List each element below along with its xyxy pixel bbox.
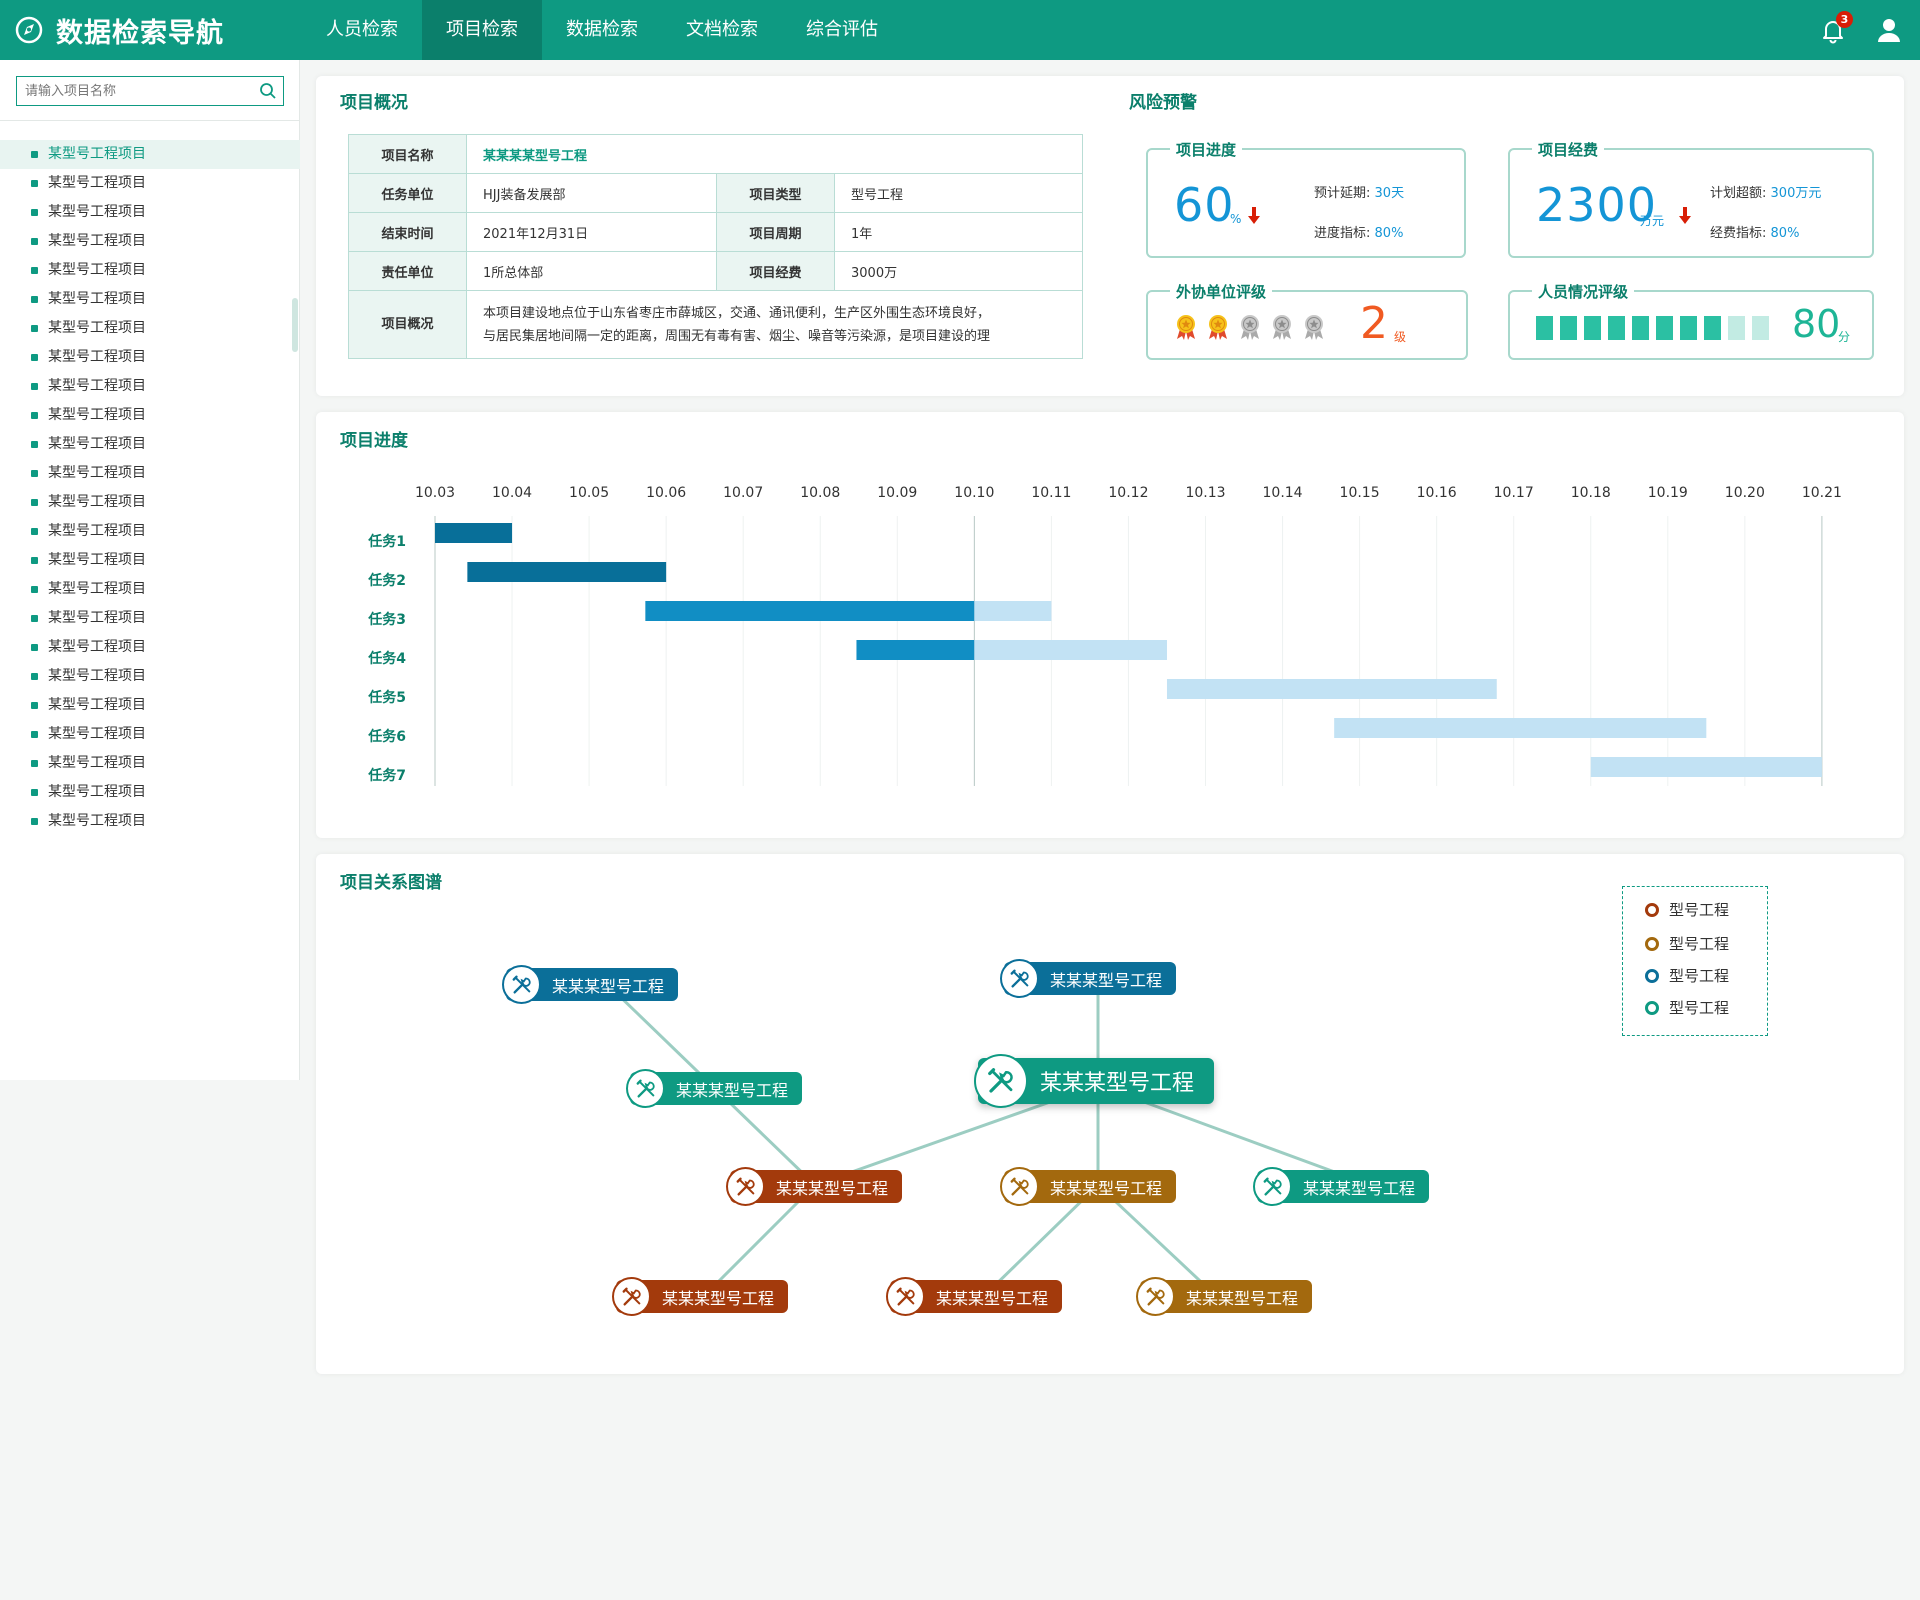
graph-center-node[interactable]: 某某某型号工程 xyxy=(974,1054,1215,1108)
graph-node[interactable]: 某某某型号工程 xyxy=(502,965,679,1004)
graph-node-label: 某某某型号工程 xyxy=(1050,1178,1163,1198)
graph-node-label: 某某某型号工程 xyxy=(776,1178,889,1198)
graph-node-label: 某某某型号工程 xyxy=(1040,1071,1195,1096)
tools-icon xyxy=(726,1167,765,1206)
legend-ring xyxy=(1645,968,1659,983)
tools-icon xyxy=(1136,1277,1175,1316)
graph-node[interactable]: 某某某型号工程 xyxy=(1253,1167,1430,1206)
tools-icon xyxy=(886,1277,925,1316)
legend-item-red[interactable]: 型号工程 xyxy=(1645,899,1729,920)
legend-label: 型号工程 xyxy=(1669,935,1730,953)
legend-ring xyxy=(1645,902,1659,917)
graph-edges xyxy=(606,983,1371,1297)
legend-label: 型号工程 xyxy=(1669,901,1730,919)
graph-node-label: 某某某型号工程 xyxy=(936,1288,1049,1308)
graph-node-label: 某某某型号工程 xyxy=(662,1288,775,1308)
graph-node[interactable]: 某某某型号工程 xyxy=(626,1069,803,1108)
graph-node-label: 某某某型号工程 xyxy=(1050,970,1163,990)
tools-icon xyxy=(626,1069,665,1108)
legend-ring xyxy=(1645,1000,1659,1015)
graph-legend: 型号工程 型号工程 型号工程 型号工程 xyxy=(1622,886,1768,1036)
tools-icon xyxy=(974,1054,1028,1108)
tools-icon xyxy=(1000,1167,1039,1206)
legend-item-gold[interactable]: 型号工程 xyxy=(1645,933,1729,954)
legend-ring xyxy=(1645,936,1659,951)
graph-node[interactable]: 某某某型号工程 xyxy=(886,1277,1063,1316)
legend-label: 型号工程 xyxy=(1669,999,1730,1017)
graph-node[interactable]: 某某某型号工程 xyxy=(1000,1167,1177,1206)
graph-node-label: 某某某型号工程 xyxy=(1303,1178,1416,1198)
graph-node-label: 某某某型号工程 xyxy=(552,976,665,996)
graph-node-label: 某某某型号工程 xyxy=(1186,1288,1299,1308)
legend-item-blue[interactable]: 型号工程 xyxy=(1645,965,1729,986)
tools-icon xyxy=(502,965,541,1004)
tools-icon xyxy=(1000,959,1039,998)
graph-node[interactable]: 某某某型号工程 xyxy=(612,1277,789,1316)
tools-icon xyxy=(612,1277,651,1316)
graph-node[interactable]: 某某某型号工程 xyxy=(726,1167,903,1206)
graph-node[interactable]: 某某某型号工程 xyxy=(1136,1277,1313,1316)
graph-node-label: 某某某型号工程 xyxy=(676,1080,789,1100)
legend-item-green[interactable]: 型号工程 xyxy=(1645,997,1729,1018)
tools-icon xyxy=(1253,1167,1292,1206)
graph-node[interactable]: 某某某型号工程 xyxy=(1000,959,1177,998)
legend-label: 型号工程 xyxy=(1669,967,1730,985)
